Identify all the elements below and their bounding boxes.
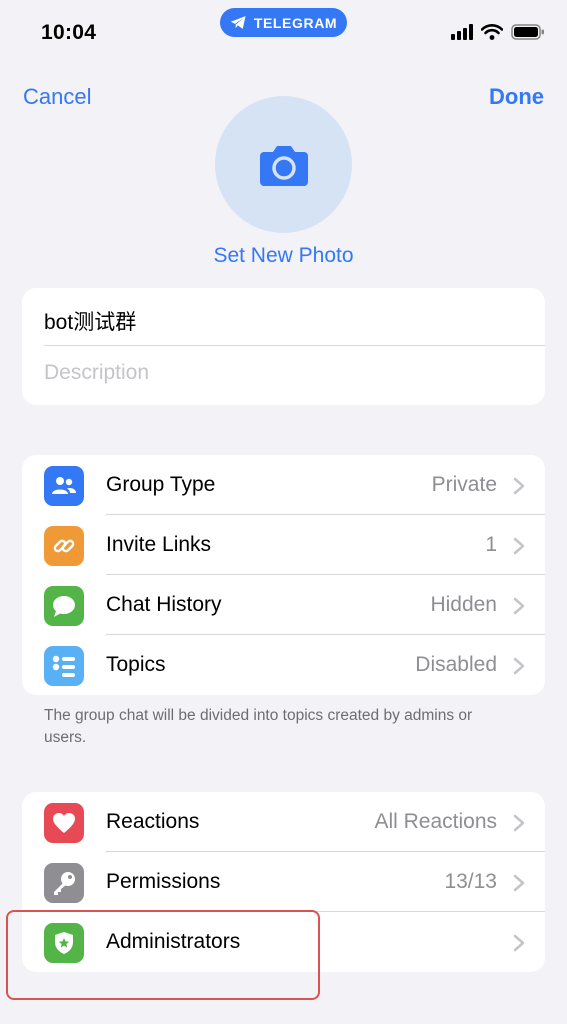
done-button[interactable]: Done — [489, 84, 544, 110]
key-icon — [44, 863, 84, 903]
group-settings-card: Group Type Private Invite Links 1 Chat H… — [22, 455, 545, 695]
chat-history-row[interactable]: Chat History Hidden — [22, 575, 545, 635]
chevron-right-icon — [513, 814, 525, 832]
topics-list-icon — [44, 646, 84, 686]
invite-links-row[interactable]: Invite Links 1 — [22, 515, 545, 575]
administrators-label: Administrators — [106, 930, 241, 953]
divider — [44, 345, 545, 346]
chevron-right-icon — [513, 477, 525, 495]
chevron-right-icon — [513, 874, 525, 892]
chevron-right-icon — [513, 934, 525, 952]
permissions-row[interactable]: Permissions 13/13 — [22, 852, 545, 912]
topics-row[interactable]: Topics Disabled — [22, 635, 545, 695]
camera-icon — [259, 145, 308, 186]
group-icon — [44, 466, 84, 506]
status-bar: 10:04 TELEGRAM — [0, 0, 567, 66]
heart-icon — [44, 803, 84, 843]
cancel-button[interactable]: Cancel — [23, 84, 91, 110]
topics-value: Disabled — [415, 653, 497, 676]
chat-history-label: Chat History — [106, 593, 222, 616]
reactions-label: Reactions — [106, 810, 200, 833]
cellular-signal-icon — [451, 24, 473, 40]
chevron-right-icon — [513, 537, 525, 555]
shield-star-icon — [44, 923, 84, 963]
group-name-input[interactable]: bot测试群 — [44, 306, 136, 336]
administrators-row[interactable]: Administrators — [22, 912, 545, 972]
set-new-photo-button[interactable]: Set New Photo — [0, 244, 567, 268]
telegram-plane-icon — [230, 16, 246, 29]
wifi-icon — [481, 24, 503, 40]
status-icons — [451, 24, 545, 40]
invite-links-label: Invite Links — [106, 533, 212, 556]
reactions-value: All Reactions — [374, 810, 497, 833]
telegram-pill[interactable]: TELEGRAM — [220, 8, 347, 37]
description-input[interactable]: Description — [44, 361, 149, 385]
status-time: 10:04 — [41, 21, 97, 44]
group-type-row[interactable]: Group Type Private — [22, 455, 545, 515]
permissions-value: 13/13 — [444, 870, 497, 893]
set-photo-avatar[interactable] — [215, 96, 352, 233]
topics-footer-note: The group chat will be divided into topi… — [44, 707, 473, 746]
chat-history-value: Hidden — [430, 593, 497, 616]
chat-bubble-icon — [44, 586, 84, 626]
chevron-right-icon — [513, 597, 525, 615]
chevron-right-icon — [513, 657, 525, 675]
group-type-label: Group Type — [106, 473, 216, 496]
reactions-row[interactable]: Reactions All Reactions — [22, 792, 545, 852]
group-type-value: Private — [431, 473, 497, 496]
group-info-card: bot测试群 Description — [22, 288, 545, 405]
invite-links-value: 1 — [485, 533, 497, 556]
admin-settings-card: Reactions All Reactions Permissions 13/1… — [22, 792, 545, 972]
battery-icon — [511, 24, 544, 40]
link-icon — [44, 526, 84, 566]
telegram-pill-label: TELEGRAM — [253, 14, 338, 31]
permissions-label: Permissions — [106, 870, 221, 893]
topics-label: Topics — [106, 653, 166, 676]
